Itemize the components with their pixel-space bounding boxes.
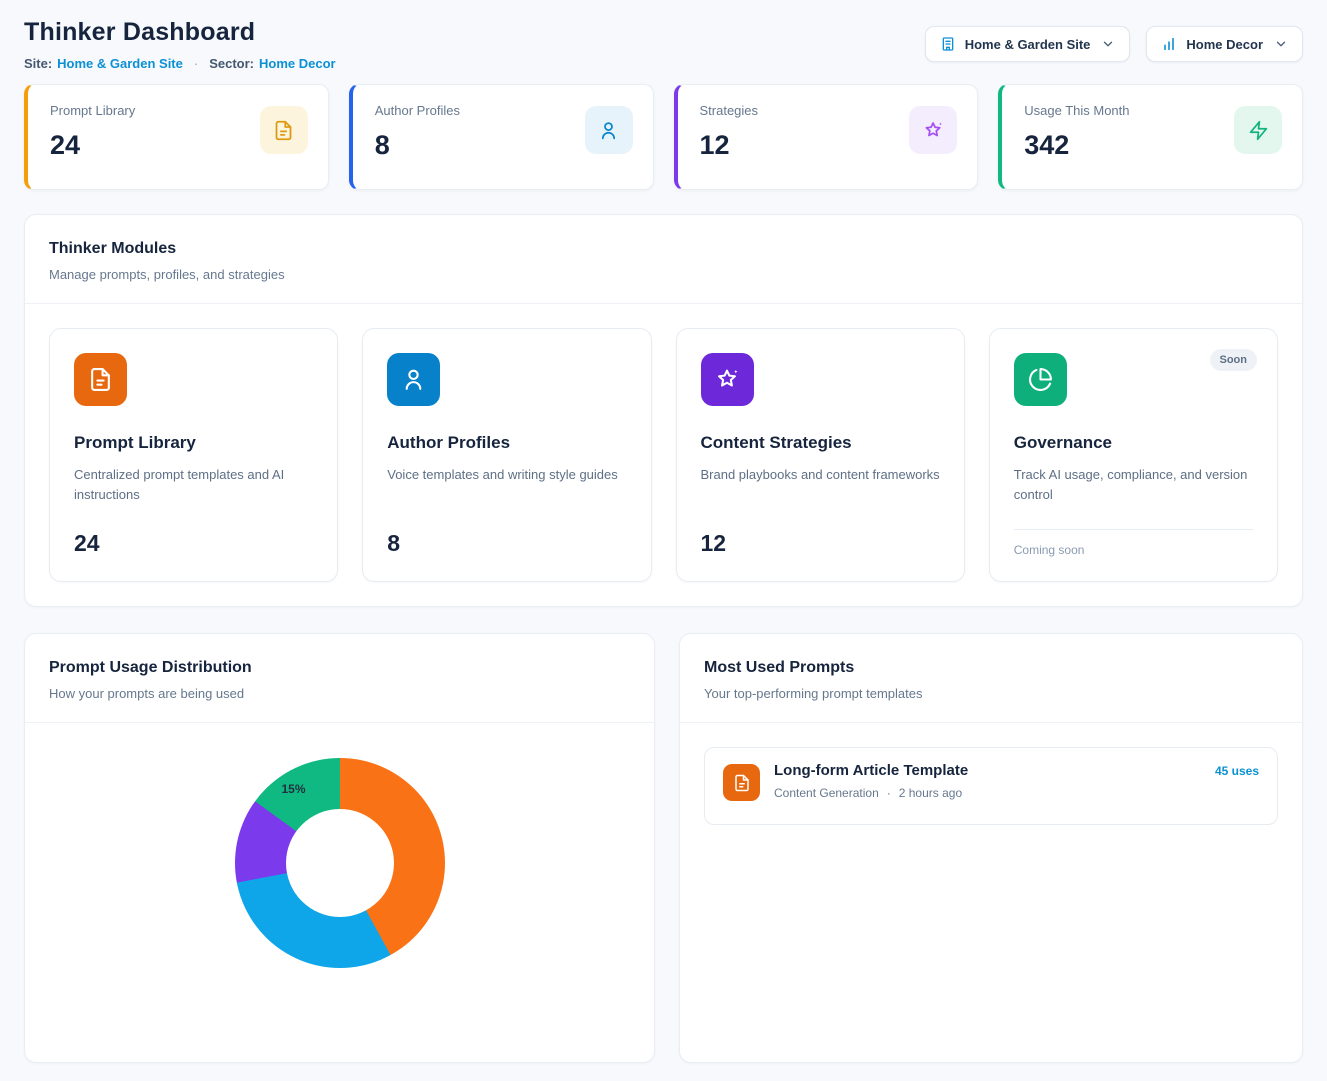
prompt-item-meta: Content Generation · 2 hours ago xyxy=(774,786,1259,800)
module-title: Prompt Library xyxy=(74,433,313,453)
stat-card-strategies: Strategies 12 xyxy=(674,84,979,190)
prompt-item-title: Long-form Article Template xyxy=(774,762,968,779)
module-description: Track AI usage, compliance, and version … xyxy=(1014,465,1253,505)
coming-soon-footer: Coming soon xyxy=(1014,529,1253,557)
document-icon xyxy=(260,106,308,154)
donut-percent-label: 15% xyxy=(282,782,306,796)
module-title: Author Profiles xyxy=(387,433,626,453)
separator-dot: · xyxy=(887,786,891,800)
sector-label: Sector: xyxy=(209,56,254,71)
prompt-item-row: Long-form Article Template 45 uses xyxy=(774,762,1259,779)
document-icon xyxy=(723,764,760,801)
module-description: Centralized prompt templates and AI inst… xyxy=(74,465,313,505)
stat-card-prompt-library: Prompt Library 24 xyxy=(24,84,329,190)
donut-chart-area: 15% xyxy=(25,723,654,1063)
building-icon xyxy=(940,36,956,52)
stat-label: Strategies xyxy=(700,103,759,118)
prompt-category: Content Generation xyxy=(774,786,879,800)
usage-panel-header: Prompt Usage Distribution How your promp… xyxy=(25,634,654,723)
module-title: Governance xyxy=(1014,433,1253,453)
top-actions: Home & Garden Site Home Decor xyxy=(925,18,1303,62)
prompt-list-item[interactable]: Long-form Article Template 45 uses Conte… xyxy=(704,747,1278,825)
module-card-author-profiles[interactable]: Author Profiles Voice templates and writ… xyxy=(362,328,651,582)
prompt-list: Long-form Article Template 45 uses Conte… xyxy=(680,723,1302,849)
prompts-panel-header: Most Used Prompts Your top-performing pr… xyxy=(680,634,1302,723)
prompt-usage-panel: Prompt Usage Distribution How your promp… xyxy=(24,633,655,1063)
module-count: 12 xyxy=(701,530,940,557)
stat-value: 8 xyxy=(375,130,460,161)
page-title: Thinker Dashboard xyxy=(24,18,336,47)
stat-value: 24 xyxy=(50,130,135,161)
site-label: Site: xyxy=(24,56,52,71)
bottom-row: Prompt Usage Distribution How your promp… xyxy=(24,633,1303,1063)
donut-chart xyxy=(235,758,445,968)
person-icon xyxy=(387,353,440,406)
module-card-prompt-library[interactable]: Prompt Library Centralized prompt templa… xyxy=(49,328,338,582)
module-description: Voice templates and writing style guides xyxy=(387,465,626,485)
prompts-subtitle: Your top-performing prompt templates xyxy=(704,686,1278,701)
document-icon xyxy=(74,353,127,406)
module-count: 8 xyxy=(387,530,626,557)
prompt-time: 2 hours ago xyxy=(899,786,962,800)
module-card-governance: Soon Governance Track AI usage, complian… xyxy=(989,328,1278,582)
dashboard-page: Thinker Dashboard Site: Home & Garden Si… xyxy=(0,0,1327,1081)
stat-label: Usage This Month xyxy=(1024,103,1129,118)
modules-title: Thinker Modules xyxy=(49,240,1278,258)
bar-chart-icon xyxy=(1161,36,1177,52)
site-link[interactable]: Home & Garden Site xyxy=(57,56,183,71)
zap-icon xyxy=(1234,106,1282,154)
module-count: 24 xyxy=(74,530,313,557)
most-used-prompts-panel: Most Used Prompts Your top-performing pr… xyxy=(679,633,1303,1063)
stat-value: 12 xyxy=(700,130,759,161)
stat-text: Prompt Library 24 xyxy=(50,103,135,161)
usage-title: Prompt Usage Distribution xyxy=(49,659,630,677)
stat-card-author-profiles: Author Profiles 8 xyxy=(349,84,654,190)
stat-label: Author Profiles xyxy=(375,103,460,118)
sparkle-star-icon xyxy=(701,353,754,406)
modules-panel-header: Thinker Modules Manage prompts, profiles… xyxy=(25,215,1302,304)
stat-text: Author Profiles 8 xyxy=(375,103,460,161)
prompt-item-body: Long-form Article Template 45 uses Conte… xyxy=(774,762,1259,800)
thinker-modules-panel: Thinker Modules Manage prompts, profiles… xyxy=(24,214,1303,607)
stat-text: Strategies 12 xyxy=(700,103,759,161)
topbar: Thinker Dashboard Site: Home & Garden Si… xyxy=(24,18,1303,71)
breadcrumb: Site: Home & Garden Site · Sector: Home … xyxy=(24,56,336,71)
site-selector-label: Home & Garden Site xyxy=(965,37,1091,52)
module-description: Brand playbooks and content frameworks xyxy=(701,465,940,485)
stat-value: 342 xyxy=(1024,130,1129,161)
modules-grid: Prompt Library Centralized prompt templa… xyxy=(25,304,1302,606)
stats-row: Prompt Library 24 Author Profiles 8 Stra… xyxy=(24,84,1303,190)
module-card-content-strategies[interactable]: Content Strategies Brand playbooks and c… xyxy=(676,328,965,582)
sector-selector-label: Home Decor xyxy=(1186,37,1263,52)
usage-subtitle: How your prompts are being used xyxy=(49,686,630,701)
stat-card-usage: Usage This Month 342 xyxy=(998,84,1303,190)
title-block: Thinker Dashboard Site: Home & Garden Si… xyxy=(24,18,336,71)
chevron-down-icon xyxy=(1274,37,1288,51)
person-icon xyxy=(585,106,633,154)
sector-link[interactable]: Home Decor xyxy=(259,56,336,71)
modules-subtitle: Manage prompts, profiles, and strategies xyxy=(49,267,1278,282)
pie-chart-icon xyxy=(1014,353,1067,406)
sparkle-star-icon xyxy=(909,106,957,154)
site-selector-dropdown[interactable]: Home & Garden Site xyxy=(925,26,1131,62)
chevron-down-icon xyxy=(1101,37,1115,51)
prompt-uses-badge: 45 uses xyxy=(1215,764,1259,778)
soon-badge: Soon xyxy=(1210,349,1258,371)
sector-selector-dropdown[interactable]: Home Decor xyxy=(1146,26,1303,62)
module-title: Content Strategies xyxy=(701,433,940,453)
stat-label: Prompt Library xyxy=(50,103,135,118)
stat-text: Usage This Month 342 xyxy=(1024,103,1129,161)
prompts-title: Most Used Prompts xyxy=(704,659,1278,677)
separator-dot: · xyxy=(194,56,198,71)
